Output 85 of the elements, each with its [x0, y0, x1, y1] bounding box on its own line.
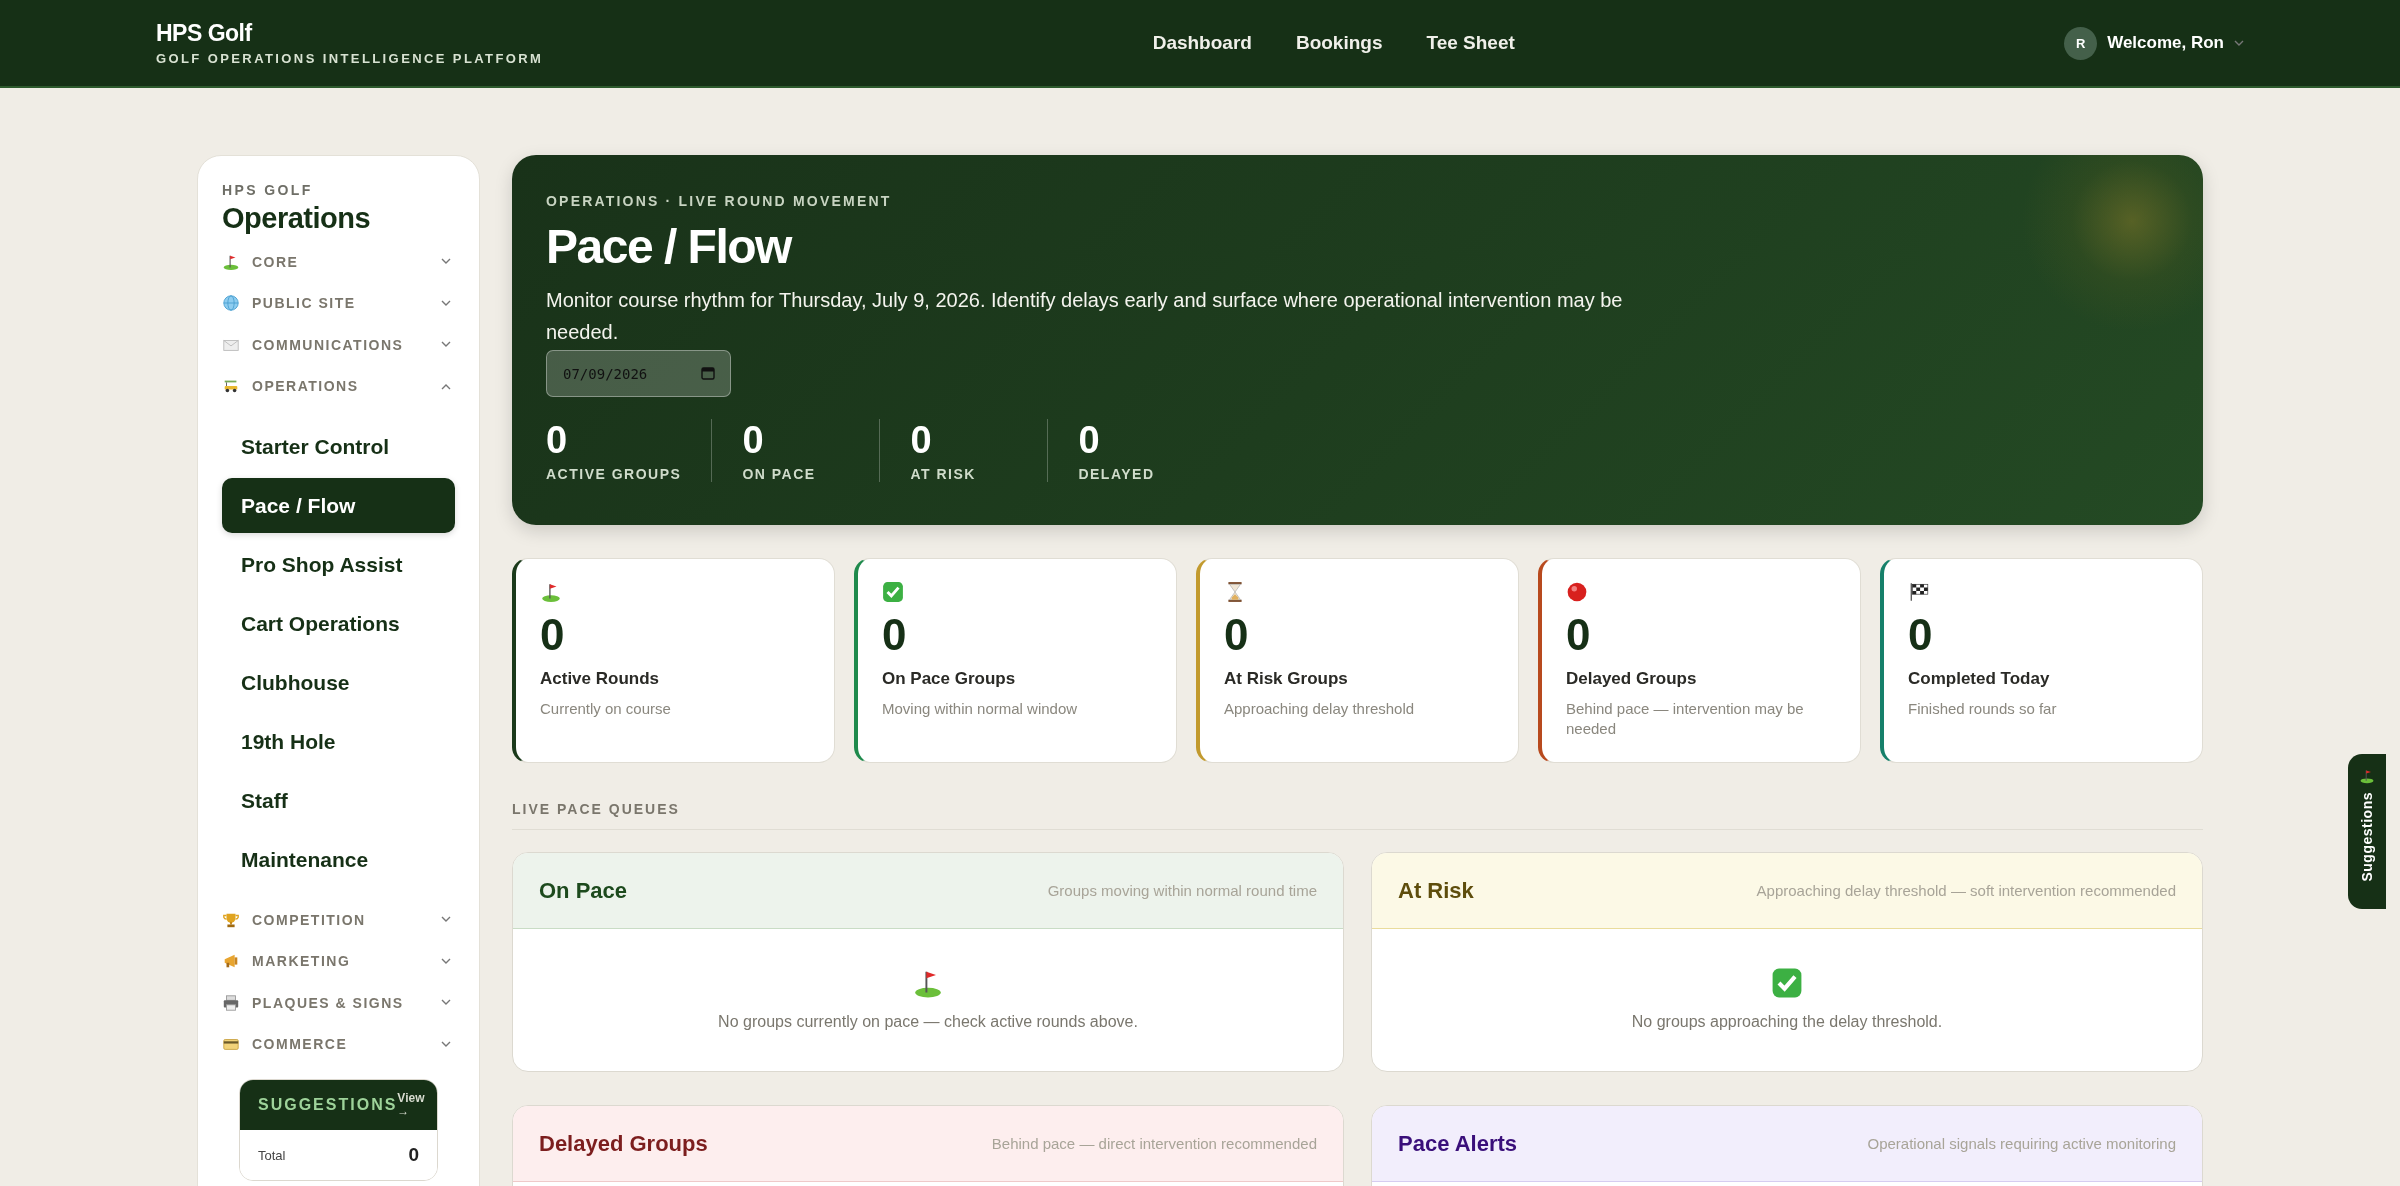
nav-link[interactable]: Dashboard: [1152, 32, 1252, 54]
sidebar-section[interactable]: OPERATIONS: [222, 365, 455, 407]
sidebar-item[interactable]: Cart Operations: [222, 596, 455, 651]
sidebar-item[interactable]: Pace / Flow: [222, 478, 455, 533]
metric-value: 0: [1566, 611, 1592, 659]
chevron-icon: [441, 957, 451, 965]
page-title: Pace / Flow: [546, 219, 793, 274]
sidebar-item[interactable]: Clubhouse: [222, 655, 455, 710]
nav-link[interactable]: Tee Sheet: [1426, 32, 1515, 54]
metric-label: Delayed Groups: [1566, 669, 1698, 689]
stat-value: 0: [408, 1144, 419, 1166]
circle-icon: [1566, 581, 1588, 603]
sidebar-item[interactable]: Pro Shop Assist: [222, 537, 455, 592]
sidebar-section[interactable]: COMMUNICATIONS: [222, 324, 455, 366]
sidebar-section[interactable]: CORE: [222, 241, 455, 283]
suggestions-title: SUGGESTIONS: [258, 1096, 398, 1114]
sidebar-section[interactable]: PUBLIC SITE: [222, 282, 455, 324]
metric-value: 0: [540, 611, 566, 659]
metric-caption: Finished rounds so far: [1908, 699, 2058, 719]
sidebar-item[interactable]: 19th Hole: [222, 714, 455, 769]
user-menu[interactable]: Welcome, Ron: [2107, 33, 2224, 53]
sidebar-eyebrow: HPS GOLF: [222, 182, 314, 198]
brand-name[interactable]: HPS Golf: [156, 20, 544, 47]
queue-subtitle: Operational signals requiring active monitoring: [1867, 1135, 2176, 1152]
stat-label: ACTIVE GROUPS: [546, 466, 682, 482]
metric-value: 0: [1224, 611, 1250, 659]
chevron-icon: [441, 999, 451, 1007]
stat-value: 0: [546, 419, 569, 462]
metric-caption: Approaching delay threshold: [1224, 699, 1416, 719]
sidebar-item[interactable]: Staff: [222, 773, 455, 828]
brand-tagline: GOLF OPERATIONS INTELLIGENCE PLATFORM: [156, 51, 544, 66]
chevron-icon: [441, 382, 451, 390]
golf-flag-icon: [2359, 768, 2375, 784]
stat-value: 0: [1078, 419, 1101, 462]
golf-flag-icon: [540, 581, 562, 603]
metric-label: Active Rounds: [540, 669, 661, 689]
metric-label: On Pace Groups: [882, 669, 1017, 689]
checkmark-icon: [1771, 967, 1803, 999]
empty-message: No groups currently on pace — check active rounds above.: [718, 1013, 1138, 1031]
metric-label: At Risk Groups: [1224, 669, 1349, 689]
metric-label: Completed Today: [1908, 669, 2051, 689]
sidebar-title: Operations: [222, 202, 372, 235]
queue-title: At Risk: [1398, 877, 1474, 904]
sidebar-section[interactable]: COMPETITION: [222, 899, 455, 941]
chevron-icon: [441, 299, 451, 307]
chevron-icon: [441, 258, 451, 266]
metric-caption: Currently on course: [540, 699, 672, 719]
hero-description: Monitor course rhythm for Thursday, July 9, 2026. Identify delays early and surface where operational intervention may be needed.: [546, 288, 1624, 345]
stat-value: 0: [742, 419, 765, 462]
metric-caption: Moving within normal window: [882, 699, 1079, 719]
sidebar-section[interactable]: PLAQUES & SIGNS: [222, 982, 455, 1024]
sidebar-section[interactable]: MARKETING: [222, 940, 455, 982]
queue-subtitle: Groups moving within normal round time: [1047, 882, 1317, 899]
printer-icon: [222, 993, 240, 1012]
globe-icon: [222, 294, 240, 313]
stat-label: ON PACE: [742, 466, 817, 482]
queue-title: Pace Alerts: [1398, 1130, 1518, 1157]
calendar-icon[interactable]: [701, 366, 715, 380]
nav-link[interactable]: Bookings: [1295, 32, 1383, 54]
chevron-icon: [2234, 39, 2244, 47]
metric-caption: Behind pace — intervention may be needed: [1566, 699, 1805, 739]
stat-label: AT RISK: [910, 466, 977, 482]
stat-value: 0: [910, 419, 933, 462]
stat-label: DELAYED: [1078, 466, 1156, 482]
queue-title: On Pace: [539, 877, 628, 904]
queue-subtitle: Behind pace — direct intervention recommended: [991, 1135, 1317, 1152]
chevron-icon: [441, 341, 451, 349]
sidebar-item[interactable]: Maintenance: [222, 832, 455, 887]
checkmark-icon: [882, 581, 904, 603]
metric-value: 0: [1908, 611, 1934, 659]
sidebar-section[interactable]: COMMERCE: [222, 1023, 455, 1065]
chevron-icon: [441, 1040, 451, 1048]
view-link[interactable]: View →: [397, 1092, 425, 1118]
chevron-icon: [441, 916, 451, 924]
queue-subtitle: Approaching delay threshold — soft intervention recommended: [1756, 882, 2176, 899]
metric-value: 0: [882, 611, 908, 659]
hero-eyebrow: OPERATIONS · LIVE ROUND MOVEMENT: [546, 193, 893, 209]
sidebar-item[interactable]: Starter Control: [222, 419, 455, 474]
empty-message: No groups approaching the delay threshold.: [1631, 1013, 1943, 1031]
checkered-flag-icon: [1908, 581, 1930, 603]
section-heading: LIVE PACE QUEUES: [512, 801, 2203, 830]
queue-title: Delayed Groups: [539, 1130, 708, 1157]
user-avatar[interactable]: R: [2064, 26, 2098, 60]
stat-label: Total: [258, 1147, 286, 1163]
suggestions-tab[interactable]: Suggestions: [2348, 754, 2386, 909]
